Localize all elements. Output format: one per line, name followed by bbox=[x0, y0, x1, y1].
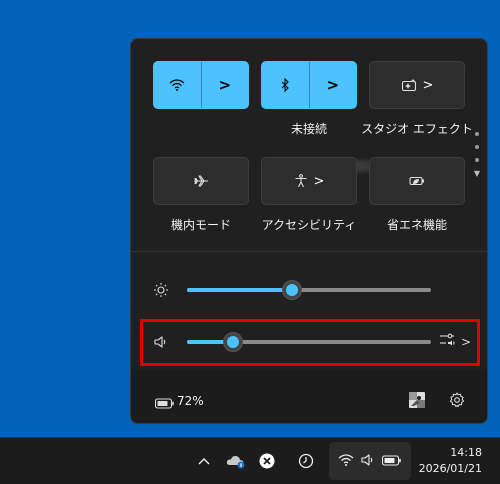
panel-footer: 72% bbox=[131, 369, 487, 423]
brightness-fill bbox=[187, 288, 292, 292]
speaker-icon[interactable] bbox=[153, 334, 169, 350]
wifi-toggle[interactable] bbox=[154, 62, 201, 108]
airplane-mode-label: 機内モード bbox=[170, 218, 231, 232]
timer-icon[interactable] bbox=[294, 449, 318, 473]
settings-icon[interactable] bbox=[449, 392, 465, 412]
close-circle-icon[interactable] bbox=[255, 449, 279, 473]
taskbar: 14:18 2026/01/21 bbox=[0, 437, 500, 484]
tiles-pager[interactable]: ▼ bbox=[472, 132, 482, 178]
brightness-row bbox=[131, 270, 487, 310]
panel-divider bbox=[131, 251, 487, 252]
system-tray-group[interactable] bbox=[329, 442, 411, 480]
brightness-slider[interactable] bbox=[187, 280, 431, 300]
audio-output-button[interactable]: > bbox=[439, 332, 471, 352]
volume-row: > bbox=[131, 322, 487, 362]
bluetooth-label: 未接続 bbox=[290, 122, 327, 136]
bluetooth-tile[interactable]: > bbox=[261, 61, 357, 109]
chevron-right-icon: > bbox=[218, 76, 232, 94]
pager-down-icon[interactable]: ▼ bbox=[472, 169, 482, 178]
pager-dot[interactable] bbox=[475, 158, 479, 162]
accessibility-icon bbox=[294, 174, 308, 188]
edit-icon[interactable] bbox=[409, 392, 425, 412]
pager-dot[interactable] bbox=[475, 132, 479, 136]
clock-date: 2026/01/21 bbox=[418, 462, 482, 475]
studio-effects-icon bbox=[401, 78, 417, 92]
accessibility-tile[interactable]: > bbox=[261, 157, 357, 205]
airplane-icon bbox=[193, 174, 209, 188]
wifi-tile[interactable]: > bbox=[153, 61, 249, 109]
energy-saver-tile[interactable] bbox=[369, 157, 465, 205]
wifi-icon bbox=[338, 452, 354, 471]
pager-dot[interactable] bbox=[475, 145, 479, 149]
chevron-right-icon: > bbox=[422, 77, 434, 93]
wifi-expand-button[interactable]: > bbox=[200, 62, 249, 108]
bluetooth-toggle[interactable] bbox=[262, 62, 309, 108]
chevron-right-icon: > bbox=[313, 173, 325, 189]
accessibility-label: アクセシビリティ bbox=[261, 218, 357, 232]
chevron-right-icon: > bbox=[326, 76, 340, 94]
volume-slider-thumb[interactable] bbox=[223, 332, 244, 352]
battery-percent[interactable]: 72% bbox=[177, 394, 204, 408]
volume-slider[interactable] bbox=[187, 332, 431, 352]
energy-saver-label: 省エネ機能 bbox=[386, 218, 447, 232]
airplane-mode-tile[interactable] bbox=[153, 157, 249, 205]
clock-time: 14:18 bbox=[450, 446, 482, 459]
battery-icon bbox=[381, 452, 402, 471]
studio-effects-tile[interactable]: > bbox=[369, 61, 465, 109]
speaker-icon bbox=[360, 452, 376, 471]
brightness-icon bbox=[153, 282, 169, 298]
taskbar-clock[interactable]: 14:18 2026/01/21 bbox=[419, 445, 482, 477]
energy-saver-icon bbox=[409, 175, 425, 187]
quick-settings-tiles: > > 未接続 > スタジオ エフェクト 機内モード > アクセシビリティ 省エ… bbox=[131, 39, 487, 251]
audio-output-icon bbox=[439, 332, 457, 352]
wifi-icon bbox=[169, 78, 185, 92]
bluetooth-expand-button[interactable]: > bbox=[308, 62, 357, 108]
battery-icon[interactable] bbox=[154, 395, 175, 414]
quick-settings-panel: > > 未接続 > スタジオ エフェクト 機内モード > アクセシビリティ 省エ… bbox=[130, 38, 488, 424]
chevron-up-icon[interactable] bbox=[192, 449, 216, 473]
brightness-slider-thumb[interactable] bbox=[281, 280, 302, 300]
studio-effects-label: スタジオ エフェクト bbox=[361, 122, 473, 136]
bluetooth-icon bbox=[280, 78, 290, 92]
chevron-right-icon: > bbox=[461, 335, 472, 349]
onedrive-icon[interactable] bbox=[224, 449, 248, 473]
